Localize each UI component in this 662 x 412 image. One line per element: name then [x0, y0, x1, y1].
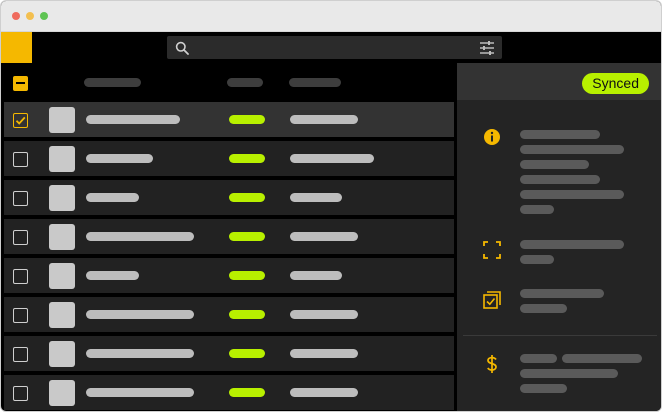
detail-line	[520, 304, 567, 313]
row-meta-placeholder	[290, 154, 374, 163]
details-panel: Synced	[457, 63, 661, 411]
row-checkbox[interactable]	[13, 113, 28, 128]
column-header-tag[interactable]	[227, 78, 263, 87]
sync-status-badge: Synced	[582, 73, 649, 94]
panel-divider	[463, 335, 657, 336]
table-row[interactable]	[4, 102, 454, 137]
checkmark-icon	[15, 116, 26, 125]
row-meta-placeholder	[290, 115, 358, 124]
table-row[interactable]	[4, 258, 454, 293]
row-meta-placeholder	[290, 271, 342, 280]
table-row[interactable]	[4, 336, 454, 371]
detail-line	[520, 255, 554, 264]
row-tag	[229, 154, 265, 163]
table-row[interactable]	[4, 375, 454, 410]
row-meta-placeholder	[290, 310, 358, 319]
row-tag	[229, 115, 265, 124]
details-panel-header: Synced	[457, 63, 661, 100]
column-header-name[interactable]	[84, 78, 141, 87]
row-name-placeholder	[86, 193, 139, 202]
table-row[interactable]	[4, 297, 454, 332]
search-input[interactable]	[195, 38, 465, 57]
table-row[interactable]	[4, 141, 454, 176]
row-thumbnail	[49, 380, 75, 406]
row-name-placeholder	[86, 232, 194, 241]
row-meta-placeholder	[290, 349, 358, 358]
row-name-placeholder	[86, 349, 194, 358]
row-thumbnail	[49, 146, 75, 172]
copy-check-icon[interactable]	[483, 291, 501, 309]
detail-line	[520, 240, 624, 249]
row-checkbox[interactable]	[13, 269, 28, 284]
close-window-button[interactable]	[12, 12, 20, 20]
row-name-placeholder	[86, 271, 139, 280]
detail-line	[520, 384, 567, 393]
row-thumbnail	[49, 107, 75, 133]
toolbar	[1, 32, 661, 63]
select-all-checkbox[interactable]	[13, 76, 28, 91]
row-tag	[229, 271, 265, 280]
info-line	[520, 160, 589, 169]
minimize-window-button[interactable]	[26, 12, 34, 20]
row-tag	[229, 310, 265, 319]
row-thumbnail	[49, 224, 75, 250]
row-checkbox[interactable]	[13, 230, 28, 245]
detail-line	[562, 354, 642, 363]
app-window: Synced	[0, 0, 662, 412]
row-checkbox[interactable]	[13, 152, 28, 167]
dollar-icon[interactable]	[483, 355, 501, 373]
row-tag	[229, 193, 265, 202]
row-tag	[229, 388, 265, 397]
row-thumbnail	[49, 185, 75, 211]
info-line	[520, 175, 600, 184]
title-bar	[1, 1, 661, 32]
row-thumbnail	[49, 341, 75, 367]
row-meta-placeholder	[290, 193, 342, 202]
detail-line	[520, 369, 618, 378]
row-checkbox[interactable]	[13, 308, 28, 323]
row-name-placeholder	[86, 154, 153, 163]
row-name-placeholder	[86, 388, 194, 397]
sliders-icon[interactable]	[479, 41, 495, 55]
search-icon[interactable]	[175, 41, 189, 55]
row-name-placeholder	[86, 310, 194, 319]
row-tag	[229, 349, 265, 358]
row-meta-placeholder	[290, 232, 358, 241]
fullscreen-icon[interactable]	[483, 241, 501, 259]
info-line	[520, 205, 554, 214]
maximize-window-button[interactable]	[40, 12, 48, 20]
row-thumbnail	[49, 302, 75, 328]
row-name-placeholder	[86, 115, 180, 124]
info-line	[520, 190, 624, 199]
list-header	[1, 63, 457, 100]
detail-line	[520, 289, 604, 298]
column-header-meta[interactable]	[289, 78, 341, 87]
row-checkbox[interactable]	[13, 386, 28, 401]
row-checkbox[interactable]	[13, 191, 28, 206]
info-icon[interactable]	[483, 128, 501, 146]
info-line	[520, 130, 600, 139]
info-line	[520, 145, 624, 154]
row-meta-placeholder	[290, 388, 358, 397]
table-row[interactable]	[4, 219, 454, 254]
row-thumbnail	[49, 263, 75, 289]
app-logo[interactable]	[1, 32, 32, 63]
table-row[interactable]	[4, 180, 454, 215]
detail-line	[520, 354, 557, 363]
row-tag	[229, 232, 265, 241]
search-bar[interactable]	[167, 36, 502, 59]
row-checkbox[interactable]	[13, 347, 28, 362]
